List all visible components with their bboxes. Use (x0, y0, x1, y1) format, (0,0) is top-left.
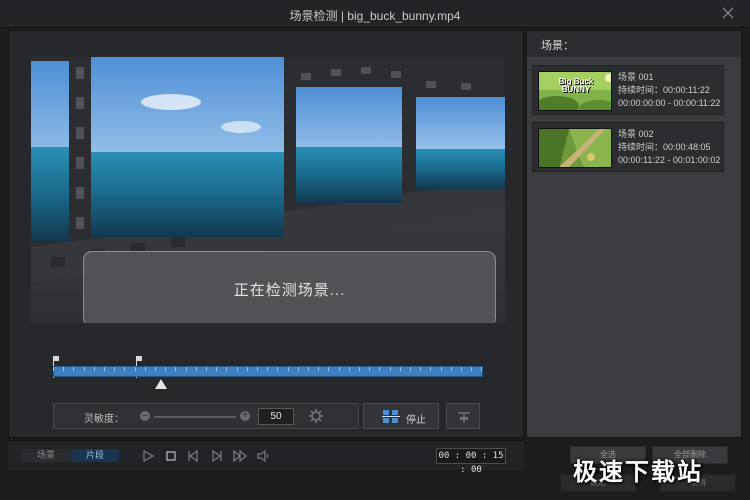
timeline-tick (359, 367, 360, 371)
stop-square-icon[interactable] (164, 449, 178, 463)
stop-detection-button[interactable]: 停止 (363, 403, 439, 429)
scene-name: 场景 001 (618, 72, 654, 82)
timeline-tick (165, 367, 167, 371)
scene-info: 场景 002 持续时间：00:00:48:05 00:00:11:22 - 00… (618, 128, 720, 167)
sensitivity-decrease-button[interactable]: – (140, 411, 150, 421)
volume-icon[interactable] (256, 449, 270, 463)
sensitivity-value-input[interactable]: 50 (258, 408, 294, 425)
timeline-tick (389, 367, 391, 371)
timeline-tick (328, 367, 330, 371)
play-icon[interactable] (141, 449, 155, 463)
timeline-tick (134, 367, 136, 371)
timeline-tick (420, 367, 422, 371)
watermark: 极速下载站 (573, 459, 703, 486)
detecting-status-box: 正在检测场景... (83, 251, 496, 323)
timeline-tick (216, 367, 218, 371)
next-frame-icon[interactable] (210, 449, 224, 463)
scene-thumbnail (538, 128, 612, 168)
timecode-display: 00 : 00 : 15 : 00 (436, 448, 506, 475)
timeline-tick (73, 367, 75, 371)
tab-scenes[interactable]: 场景 (22, 449, 70, 462)
scene-duration: 持续时间：00:00:48:05 (618, 142, 711, 152)
timeline-tick (277, 367, 279, 371)
scene-info: 场景 001 持续时间：00:00:11:22 00:00:00:00 - 00… (618, 71, 720, 110)
timeline-tick (267, 367, 269, 371)
window-title: 场景检测 | big_buck_bunny.mp4 (289, 9, 461, 23)
timeline-tick (450, 367, 452, 371)
scene-item-002[interactable]: 场景 002 持续时间：00:00:48:05 00:00:11:22 - 00… (532, 122, 724, 172)
title-bar: 场景检测 | big_buck_bunny.mp4 (0, 0, 750, 28)
scene-list-header: 场景： (527, 31, 741, 57)
prev-frame-icon[interactable] (186, 449, 200, 463)
scene-duration: 持续时间：00:00:11:22 (618, 85, 710, 95)
scene-item-001[interactable]: Big Buck BUNNY 场景 001 持续时间：00:00:11:22 0… (532, 65, 724, 115)
timeline-tick (83, 367, 85, 371)
timeline-tick (53, 367, 54, 371)
timeline-tick (175, 367, 177, 371)
stop-button-label: 停止 (406, 415, 426, 426)
timeline-tick (348, 367, 350, 371)
timeline-tick (410, 367, 411, 371)
split-icon (458, 412, 470, 423)
timeline-tick (308, 367, 309, 371)
timeline-tick (461, 367, 462, 371)
timeline-tick (318, 367, 320, 371)
split-button[interactable] (446, 403, 480, 429)
timeline-tick (430, 367, 432, 371)
scene-list-title: 场景： (541, 40, 574, 52)
scene-list-pane: 场景： Big Buck BUNNY 场景 001 持续时间：00:00:11:… (526, 30, 742, 438)
scene-range: 00:00:00:00 - 00:00:11:22 (618, 98, 721, 108)
timeline-tick (471, 367, 473, 371)
timeline-tick (124, 367, 126, 371)
scene-thumbnail: Big Buck BUNNY (538, 71, 612, 111)
timeline-tick (440, 367, 442, 371)
timeline-tick (185, 367, 187, 371)
timeline-tick (206, 367, 207, 371)
stop-icon (382, 410, 400, 423)
sensitivity-label: 灵敏度： (84, 414, 124, 425)
timeline-tick (114, 367, 116, 371)
thumbnail-logo-text: Big Buck BUNNY (558, 77, 594, 94)
sensitivity-panel: 灵敏度： – + 50 (53, 403, 359, 429)
timeline-tick (297, 367, 299, 371)
preview-pane: 正在检测场景... 灵敏度： – + 50 停止 (8, 30, 524, 438)
sensitivity-slider[interactable] (154, 416, 236, 418)
close-icon[interactable] (720, 5, 736, 21)
timeline[interactable] (53, 351, 485, 389)
timeline-tick (63, 367, 65, 371)
timeline-tick (144, 367, 146, 371)
fast-forward-icon[interactable] (233, 449, 247, 463)
timeline-tick (369, 367, 371, 371)
timeline-tick (226, 367, 228, 371)
gear-icon[interactable] (308, 408, 324, 424)
playhead-handle[interactable] (154, 379, 167, 389)
tab-clips[interactable]: 片段 (71, 449, 119, 462)
timeline-tick (338, 367, 340, 371)
bottom-control-bar: 场景 片段 00 : 00 : 15 : 00 (8, 440, 524, 475)
timeline-tick (155, 367, 156, 371)
timeline-tick (93, 367, 95, 371)
timeline-tick (257, 367, 258, 371)
timeline-tick (236, 367, 238, 371)
scene-range: 00:00:11:22 - 00:01:00:02 (618, 155, 721, 165)
timeline-tick (195, 367, 197, 371)
timeline-tick (399, 367, 401, 371)
timeline-tick (287, 367, 289, 371)
scene-name: 场景 002 (618, 129, 654, 139)
timeline-tick (379, 367, 381, 371)
sensitivity-increase-button[interactable]: + (240, 411, 250, 421)
timeline-tick (246, 367, 248, 371)
timeline-tick (104, 367, 105, 371)
video-preview: 正在检测场景... (31, 57, 505, 323)
timeline-tick (481, 367, 483, 371)
